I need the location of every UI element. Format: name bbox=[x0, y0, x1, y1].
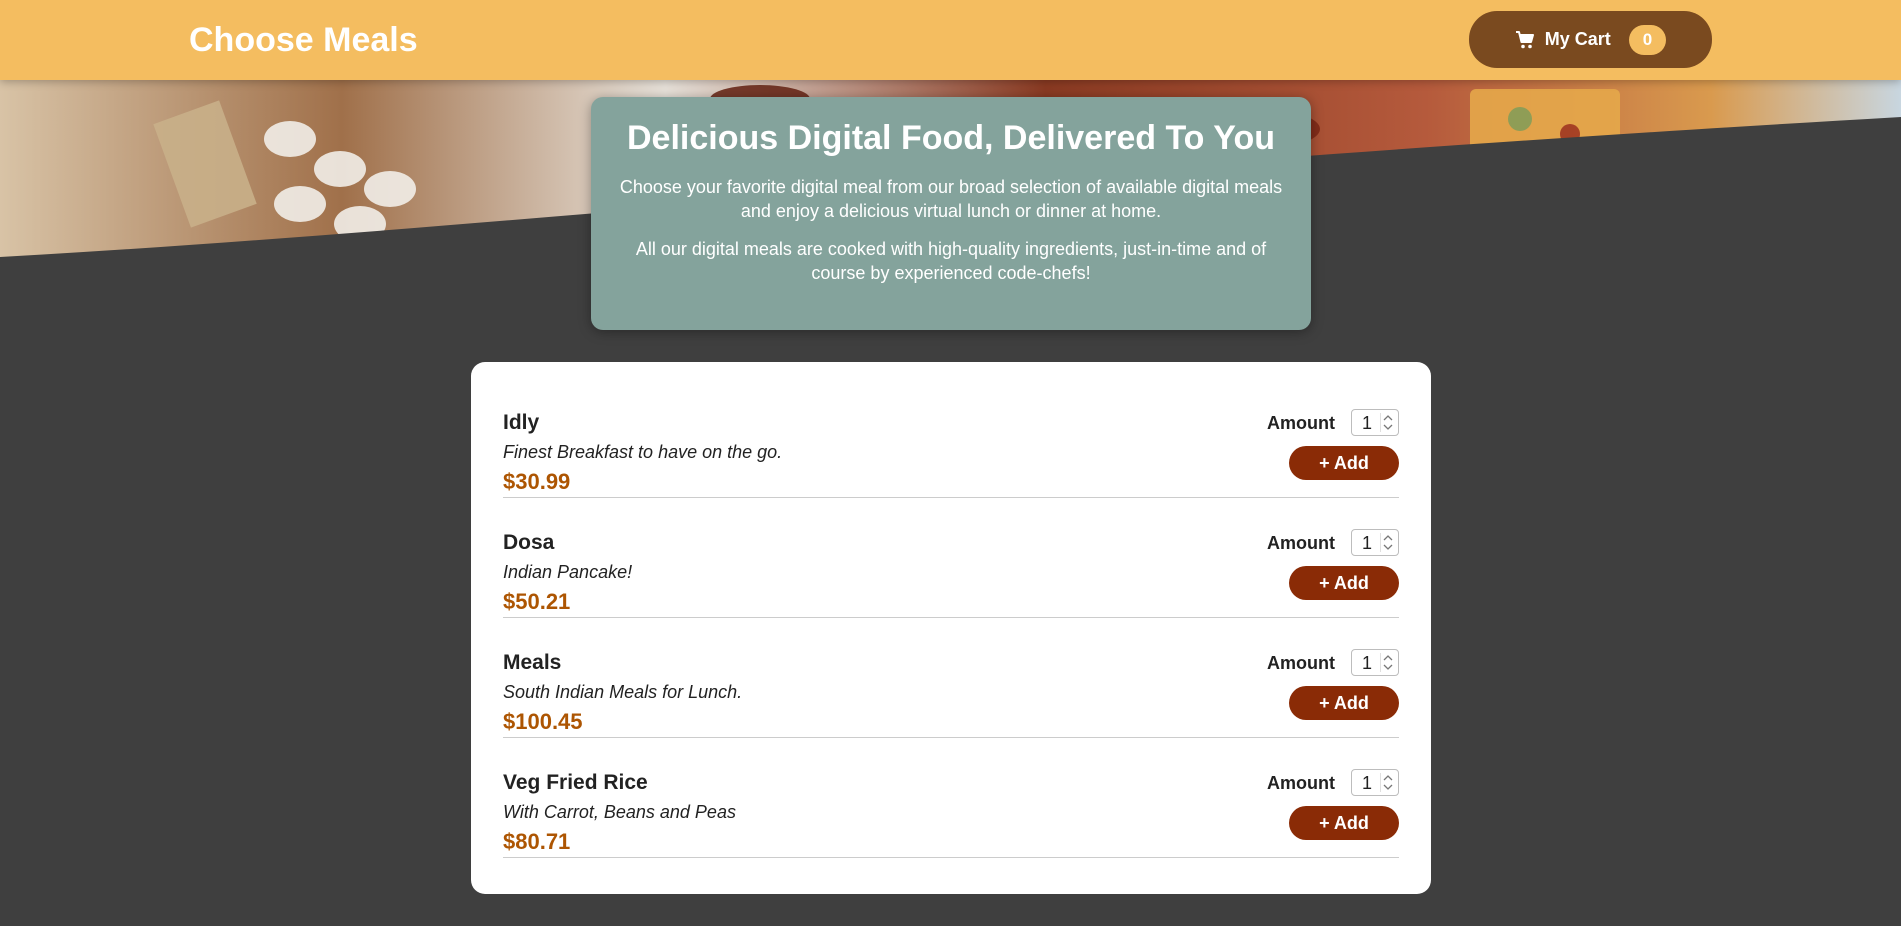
meal-name: Veg Fried Rice bbox=[503, 771, 648, 794]
cart-count-badge: 0 bbox=[1628, 24, 1667, 55]
spinner-arrows-icon[interactable] bbox=[1380, 533, 1395, 552]
app-header: Choose Meals My Cart 0 bbox=[0, 0, 1901, 80]
summary-paragraph: Choose your favorite digital meal from o… bbox=[619, 177, 1283, 221]
spinner-arrows-icon[interactable] bbox=[1380, 413, 1395, 432]
meal-price: $100.45 bbox=[503, 709, 583, 734]
cart-label: My Cart bbox=[1544, 29, 1611, 49]
amount-label: Amount bbox=[1267, 533, 1335, 553]
summary-paragraph: All our digital meals are cooked with hi… bbox=[635, 239, 1267, 283]
amount-input[interactable]: 1 bbox=[1351, 529, 1399, 556]
meal-price: $30.99 bbox=[503, 469, 571, 494]
page-title: Choose Meals bbox=[189, 21, 418, 59]
amount-label: Amount bbox=[1267, 653, 1335, 673]
meal-description: Indian Pancake! bbox=[503, 562, 633, 582]
spinner-arrows-icon[interactable] bbox=[1380, 773, 1395, 792]
add-to-cart-button[interactable]: + Add bbox=[1289, 446, 1399, 480]
amount-value: 1 bbox=[1362, 773, 1373, 793]
add-to-cart-button[interactable]: + Add bbox=[1289, 566, 1399, 600]
meal-name: Idly bbox=[503, 411, 540, 434]
amount-label: Amount bbox=[1267, 413, 1335, 433]
add-to-cart-button[interactable]: + Add bbox=[1289, 806, 1399, 840]
amount-value: 1 bbox=[1362, 533, 1373, 553]
meal-price: $80.71 bbox=[503, 829, 571, 854]
meal-name: Meals bbox=[503, 651, 562, 674]
summary-card: Delicious Digital Food, Delivered To You… bbox=[591, 97, 1311, 330]
cart-button[interactable]: My Cart 0 bbox=[1469, 11, 1712, 68]
amount-value: 1 bbox=[1362, 413, 1373, 433]
amount-input[interactable]: 1 bbox=[1351, 409, 1399, 436]
meal-item: Idly Finest Breakfast to have on the go.… bbox=[503, 378, 1399, 498]
spinner-arrows-icon[interactable] bbox=[1380, 653, 1395, 672]
amount-input[interactable]: 1 bbox=[1351, 769, 1399, 796]
meal-price: $50.21 bbox=[503, 589, 571, 614]
meal-item: Veg Fried Rice With Carrot, Beans and Pe… bbox=[503, 738, 1399, 858]
add-to-cart-button[interactable]: + Add bbox=[1289, 686, 1399, 720]
amount-label: Amount bbox=[1267, 773, 1335, 793]
meal-item: Dosa Indian Pancake! $50.21 Amount 1 + A… bbox=[503, 498, 1399, 618]
meals-list: Idly Finest Breakfast to have on the go.… bbox=[471, 362, 1431, 894]
shopping-cart-icon bbox=[1515, 30, 1535, 50]
meal-name: Dosa bbox=[503, 531, 555, 554]
meal-description: South Indian Meals for Lunch. bbox=[503, 682, 743, 702]
meal-item: Meals South Indian Meals for Lunch. $100… bbox=[503, 618, 1399, 738]
meal-description: With Carrot, Beans and Peas bbox=[503, 802, 736, 822]
amount-value: 1 bbox=[1362, 653, 1373, 673]
amount-input[interactable]: 1 bbox=[1351, 649, 1399, 676]
meal-description: Finest Breakfast to have on the go. bbox=[503, 442, 783, 462]
summary-heading: Delicious Digital Food, Delivered To You bbox=[627, 119, 1275, 157]
